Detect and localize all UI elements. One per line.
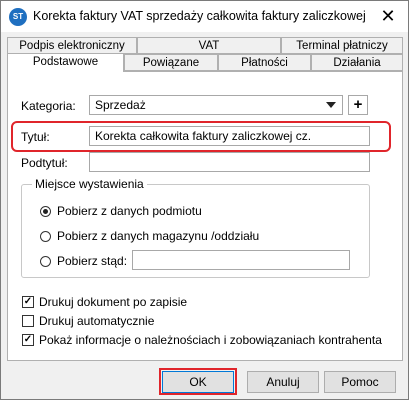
ok-button[interactable]: OK [162,371,234,393]
tab-dzialania[interactable]: Działania [311,54,403,71]
checkbox-drukuj-automatycznie[interactable] [22,315,34,327]
add-kategoria-button[interactable]: + [348,95,368,115]
radio-stad[interactable] [40,256,51,267]
podtytul-label: Podtytuł: [21,156,68,170]
kategoria-value: Sprzedaż [95,98,146,112]
radio-stad-label: Pobierz stąd: [57,254,128,268]
tab-podpis-elektroniczny[interactable]: Podpis elektroniczny [7,37,137,54]
kategoria-label: Kategoria: [21,99,76,113]
window-title: Korekta faktury VAT sprzedaży całkowita … [33,9,366,23]
checkbox-drukuj-po-zapisie[interactable]: ✓ [22,296,34,308]
radio-dane-podmiotu[interactable] [40,206,51,217]
miejsce-wystawienia-title: Miejsce wystawienia [32,177,147,191]
dialog-window: ST Korekta faktury VAT sprzedaży całkowi… [0,0,409,400]
tab-terminal-platniczy[interactable]: Terminal płatniczy [281,37,403,54]
title-bar: ST Korekta faktury VAT sprzedaży całkowi… [1,1,408,32]
radio-dane-podmiotu-label: Pobierz z danych podmiotu [57,204,202,218]
checkbox-drukuj-po-zapisie-label: Drukuj dokument po zapisie [39,295,188,309]
tytul-label: Tytuł: [21,130,50,144]
checkbox-drukuj-automatycznie-label: Drukuj automatycznie [39,314,155,328]
tytul-input[interactable]: Korekta całkowita faktury zaliczkowej cz… [89,126,370,146]
help-button[interactable]: Pomoc [324,371,396,393]
radio-dane-magazynu-label: Pobierz z danych magazynu /oddziału [57,229,260,243]
close-icon[interactable]: ✕ [378,6,398,26]
tab-powiazane[interactable]: Powiązane [124,54,218,71]
checkbox-pokaz-informacje[interactable]: ✓ [22,334,34,346]
tab-vat[interactable]: VAT [137,37,281,54]
podtytul-input[interactable] [89,152,370,172]
checkbox-pokaz-informacje-label: Pokaż informacje o należnościach i zobow… [39,333,382,347]
cancel-button[interactable]: Anuluj [247,371,319,393]
radio-dane-magazynu[interactable] [40,231,51,242]
kategoria-select[interactable]: Sprzedaż [89,95,343,115]
stad-input[interactable] [132,250,350,270]
tab-platnosci[interactable]: Płatności [218,54,311,71]
app-logo-icon: ST [9,8,27,26]
chevron-down-icon [326,102,336,108]
tab-podstawowe[interactable]: Podstawowe [7,53,124,72]
